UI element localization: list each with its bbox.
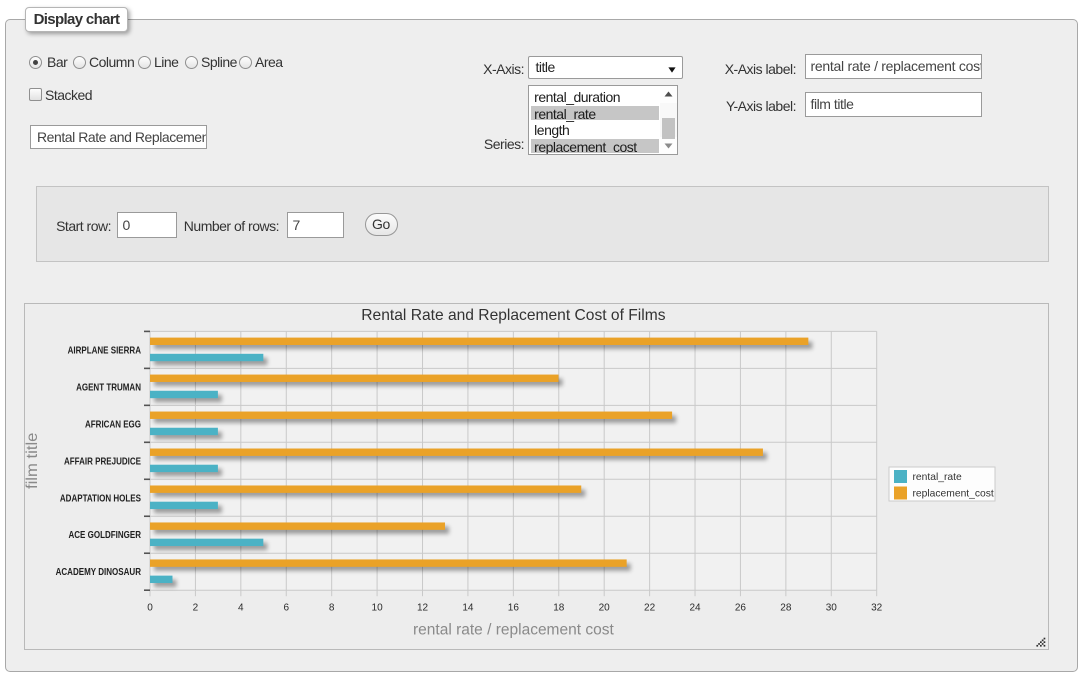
svg-text:rental rate / replacement cost: rental rate / replacement cost — [413, 621, 614, 638]
svg-text:14: 14 — [462, 603, 474, 614]
svg-text:30: 30 — [826, 603, 838, 614]
svg-text:AGENT TRUMAN: AGENT TRUMAN — [76, 382, 141, 393]
svg-text:16: 16 — [508, 603, 520, 614]
svg-text:AFRICAN EGG: AFRICAN EGG — [85, 419, 141, 430]
svg-text:8: 8 — [329, 603, 335, 614]
svg-text:2: 2 — [193, 603, 199, 614]
svg-text:ADAPTATION HOLES: ADAPTATION HOLES — [60, 493, 141, 504]
svg-text:28: 28 — [780, 603, 792, 614]
svg-text:18: 18 — [553, 603, 565, 614]
svg-text:22: 22 — [644, 603, 656, 614]
svg-text:ACADEMY DINOSAUR: ACADEMY DINOSAUR — [56, 567, 142, 578]
svg-text:0: 0 — [147, 603, 153, 614]
svg-text:12: 12 — [417, 603, 429, 614]
svg-text:rental_rate: rental_rate — [913, 472, 963, 483]
svg-text:4: 4 — [238, 603, 244, 614]
svg-text:6: 6 — [283, 603, 289, 614]
svg-text:24: 24 — [689, 603, 701, 614]
svg-text:AFFAIR PREJUDICE: AFFAIR PREJUDICE — [64, 456, 141, 467]
svg-text:replacement_cost: replacement_cost — [913, 489, 994, 500]
svg-text:film title: film title — [24, 433, 41, 490]
svg-text:10: 10 — [372, 603, 384, 614]
svg-text:32: 32 — [871, 603, 883, 614]
svg-text:AIRPLANE SIERRA: AIRPLANE SIERRA — [68, 345, 142, 356]
svg-text:ACE GOLDFINGER: ACE GOLDFINGER — [69, 530, 142, 541]
svg-text:26: 26 — [735, 603, 747, 614]
svg-text:Rental Rate and Replacement Co: Rental Rate and Replacement Cost of Film… — [361, 307, 665, 324]
svg-text:20: 20 — [599, 603, 611, 614]
